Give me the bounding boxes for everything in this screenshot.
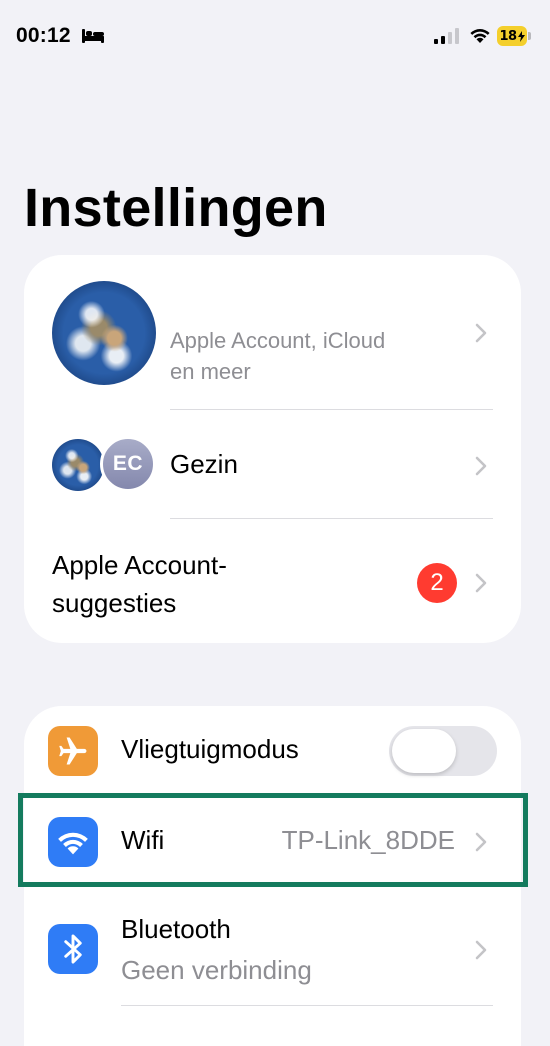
airplane-mode-row: Vliegtuigmodus [24,706,521,796]
airplane-mode-label: Vliegtuigmodus [121,734,299,764]
apple-account-subtitle: Apple Account, iCloud en meer [170,328,386,384]
divider [121,1005,493,1006]
page-title: Instellingen [24,178,328,238]
family-avatar-earth [52,439,104,491]
wifi-icon [48,817,98,867]
bluetooth-label: Bluetooth [121,914,231,944]
airplane-icon [48,726,98,776]
status-bar: 00:12 18 [0,0,550,76]
connectivity-card: Vliegtuigmodus Wifi TP-Link_8DDE Bluetoo… [24,706,521,1046]
toggle-knob [392,729,456,773]
account-suggestions-label: Apple Account- suggesties [52,550,227,618]
wifi-network-name: TP-Link_8DDE [281,825,455,855]
charging-bolt-icon [517,30,525,42]
wifi-row[interactable]: Wifi TP-Link_8DDE [24,797,521,885]
bluetooth-status: Geen verbinding [121,955,312,985]
chevron-right-icon [475,456,487,476]
bed-icon [82,29,104,43]
account-card: Apple Account, iCloud en meer EC Gezin A… [24,255,521,643]
bluetooth-row[interactable]: Bluetooth Geen verbinding [24,886,521,994]
account-suggestions-row[interactable]: Apple Account- suggesties 2 [24,519,521,643]
notification-badge: 2 [417,563,457,603]
status-time: 00:12 [16,24,71,47]
chevron-right-icon [475,573,487,593]
chevron-right-icon [475,832,487,852]
chevron-right-icon [475,940,487,960]
family-avatar-initials: EC [100,436,156,492]
chevron-right-icon [475,323,487,343]
battery-icon: 18 [497,26,533,46]
bluetooth-icon [48,924,98,974]
family-row[interactable]: EC Gezin [24,410,521,518]
airplane-mode-toggle[interactable] [389,726,497,776]
family-label: Gezin [170,449,238,479]
battery-level: 18 [499,28,517,44]
apple-account-row[interactable]: Apple Account, iCloud en meer [24,255,521,410]
wifi-status-icon [470,29,490,43]
wifi-label: Wifi [121,825,165,855]
cellular-signal-icon [434,28,459,44]
profile-avatar [52,281,156,385]
